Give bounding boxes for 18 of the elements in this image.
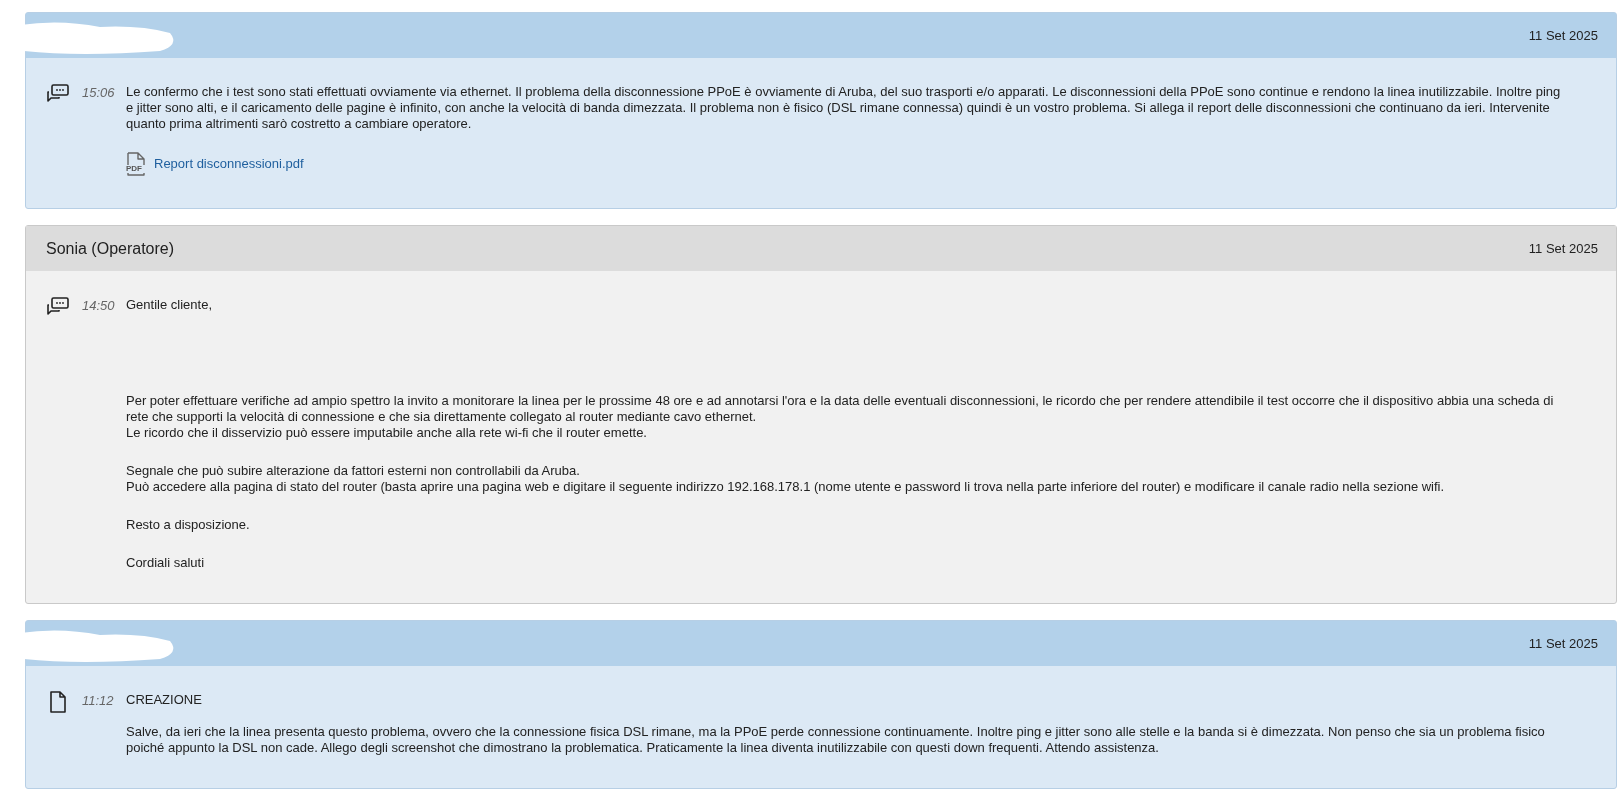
message-time: 14:50 <box>82 297 116 314</box>
message-text: Segnale che può subire alterazione da fattori esterni non controllabili da Aruba. Può accedere alla pagina di stato del router (basta aprire una pagina web e digitare il seguente indirizzo 192.168.178.1 (nome utente e password li trova nella parte inferiore del router) e modificare il canale radio nella sezione wifi. <box>126 463 1446 495</box>
message-text: Per poter effettuare verifiche ad ampio spettro la invito a monitorare la linea per le prossime 48 ore e ad annotarsi l'ora e la data delle eventuali disconnessioni, le ricordo che per rendere attendibile il test occorre che il dispositivo abbia una scheda di rete che supporti la velocità di connessione e che sia direttamente collegato al router mediante cavo ethernet. Le ricordo che il disservizio può essere imputabile anche alla rete wi-fi che il router emette. <box>126 393 1555 441</box>
message-date: 11 Set 2025 <box>1528 28 1598 43</box>
message-date: 11 Set 2025 <box>1528 241 1598 256</box>
file-icon <box>126 152 146 176</box>
message-text: Salve, da ieri che la linea presenta questo problema, ovvero che la connessione fisica DSL rimane, ma la PPoE perde connessione continuamente. Inoltre ping e jitter sono alle stelle e la banda si è dimezzata. Non penso che sia un problema fisico poiché appunto la DSL non cade. Allego degli screenshot che dimostrano la problematica. Praticamente la linea diventa inutilizzabile con questi down frequenti. Attendo assistenza. <box>126 724 1546 756</box>
message-time: 15:06 <box>82 84 116 101</box>
message-text: Cordiali saluti <box>126 555 206 571</box>
author-name: Sonia (Operatore) <box>46 239 175 258</box>
file-type-label: PDF <box>126 164 142 173</box>
message-text: CREAZIONE <box>126 692 203 708</box>
message-text: Le confermo che i test sono stati effettuati ovviamente via ethernet. Il problema della disconnessione PPoE è ovviamente di Aruba, del suo trasporti e/o apparati. Le disconnessioni della PPoE sono continue e rendono la linea inutilizzabile. Inoltre ping e jitter sono alti, e il caricamento delle pagine è infinito, con anche la velocità di banda dimezzata. Il problema non è fisico (DSL rimane connessa) quindi è un vostro problema. Si allega il report delle disconnessioni che continuano da ieri. Intervenite quanto prima altrimenti sarò costretto a cambiare operatore. <box>126 84 1562 132</box>
attachment-link[interactable]: Report disconnessioni.pdf <box>154 156 304 172</box>
message-time: 11:12 <box>82 692 115 709</box>
message-text: Gentile cliente, <box>126 297 213 313</box>
message-date: 11 Set 2025 <box>1528 636 1598 651</box>
message-text: Resto a disposizione. <box>126 517 251 533</box>
